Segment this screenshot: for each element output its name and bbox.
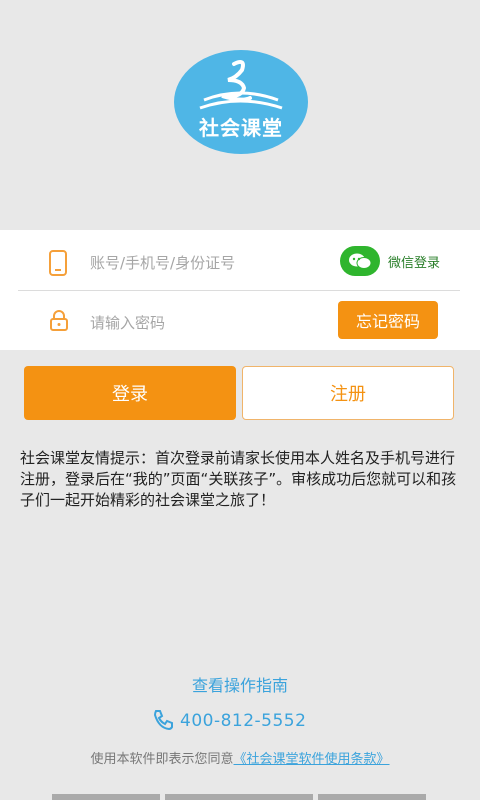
login-button[interactable]: 登录: [24, 366, 236, 420]
wechat-icon: [340, 246, 380, 276]
account-row: 微信登录: [18, 232, 460, 291]
register-button[interactable]: 注册: [242, 366, 454, 420]
lock-icon: [48, 310, 70, 336]
phone-device-icon: [48, 250, 70, 280]
phone-number: 400-812-5552: [180, 711, 307, 731]
app-logo: 社会课堂: [174, 50, 308, 154]
phone-link[interactable]: 400-812-5552: [152, 708, 306, 734]
notice-text: 社会课堂友情提示：首次登录前请家长使用本人姓名及手机号进行注册，登录后在“我的”…: [20, 449, 457, 509]
indicator-bar: [52, 794, 160, 800]
terms-line: 使用本软件即表示您同意《社会课堂软件使用条款》: [0, 748, 480, 767]
logo-text: 社会课堂: [199, 116, 283, 140]
wechat-login-button[interactable]: 微信登录: [340, 246, 440, 276]
telephone-icon: [152, 708, 174, 734]
forgot-password-button[interactable]: 忘记密码: [338, 301, 438, 339]
bottom-indicator: [0, 794, 480, 800]
guide-link[interactable]: 查看操作指南: [0, 672, 480, 696]
terms-prefix: 使用本软件即表示您同意: [90, 752, 234, 767]
login-card: 微信登录 忘记密码: [0, 230, 480, 350]
password-input[interactable]: [88, 310, 332, 336]
terms-link[interactable]: 《社会课堂软件使用条款》: [234, 752, 390, 767]
indicator-bar: [165, 794, 313, 800]
wechat-login-label: 微信登录: [388, 255, 441, 271]
password-row: 忘记密码: [18, 292, 460, 350]
indicator-bar: [318, 794, 426, 800]
account-input[interactable]: [88, 250, 332, 276]
